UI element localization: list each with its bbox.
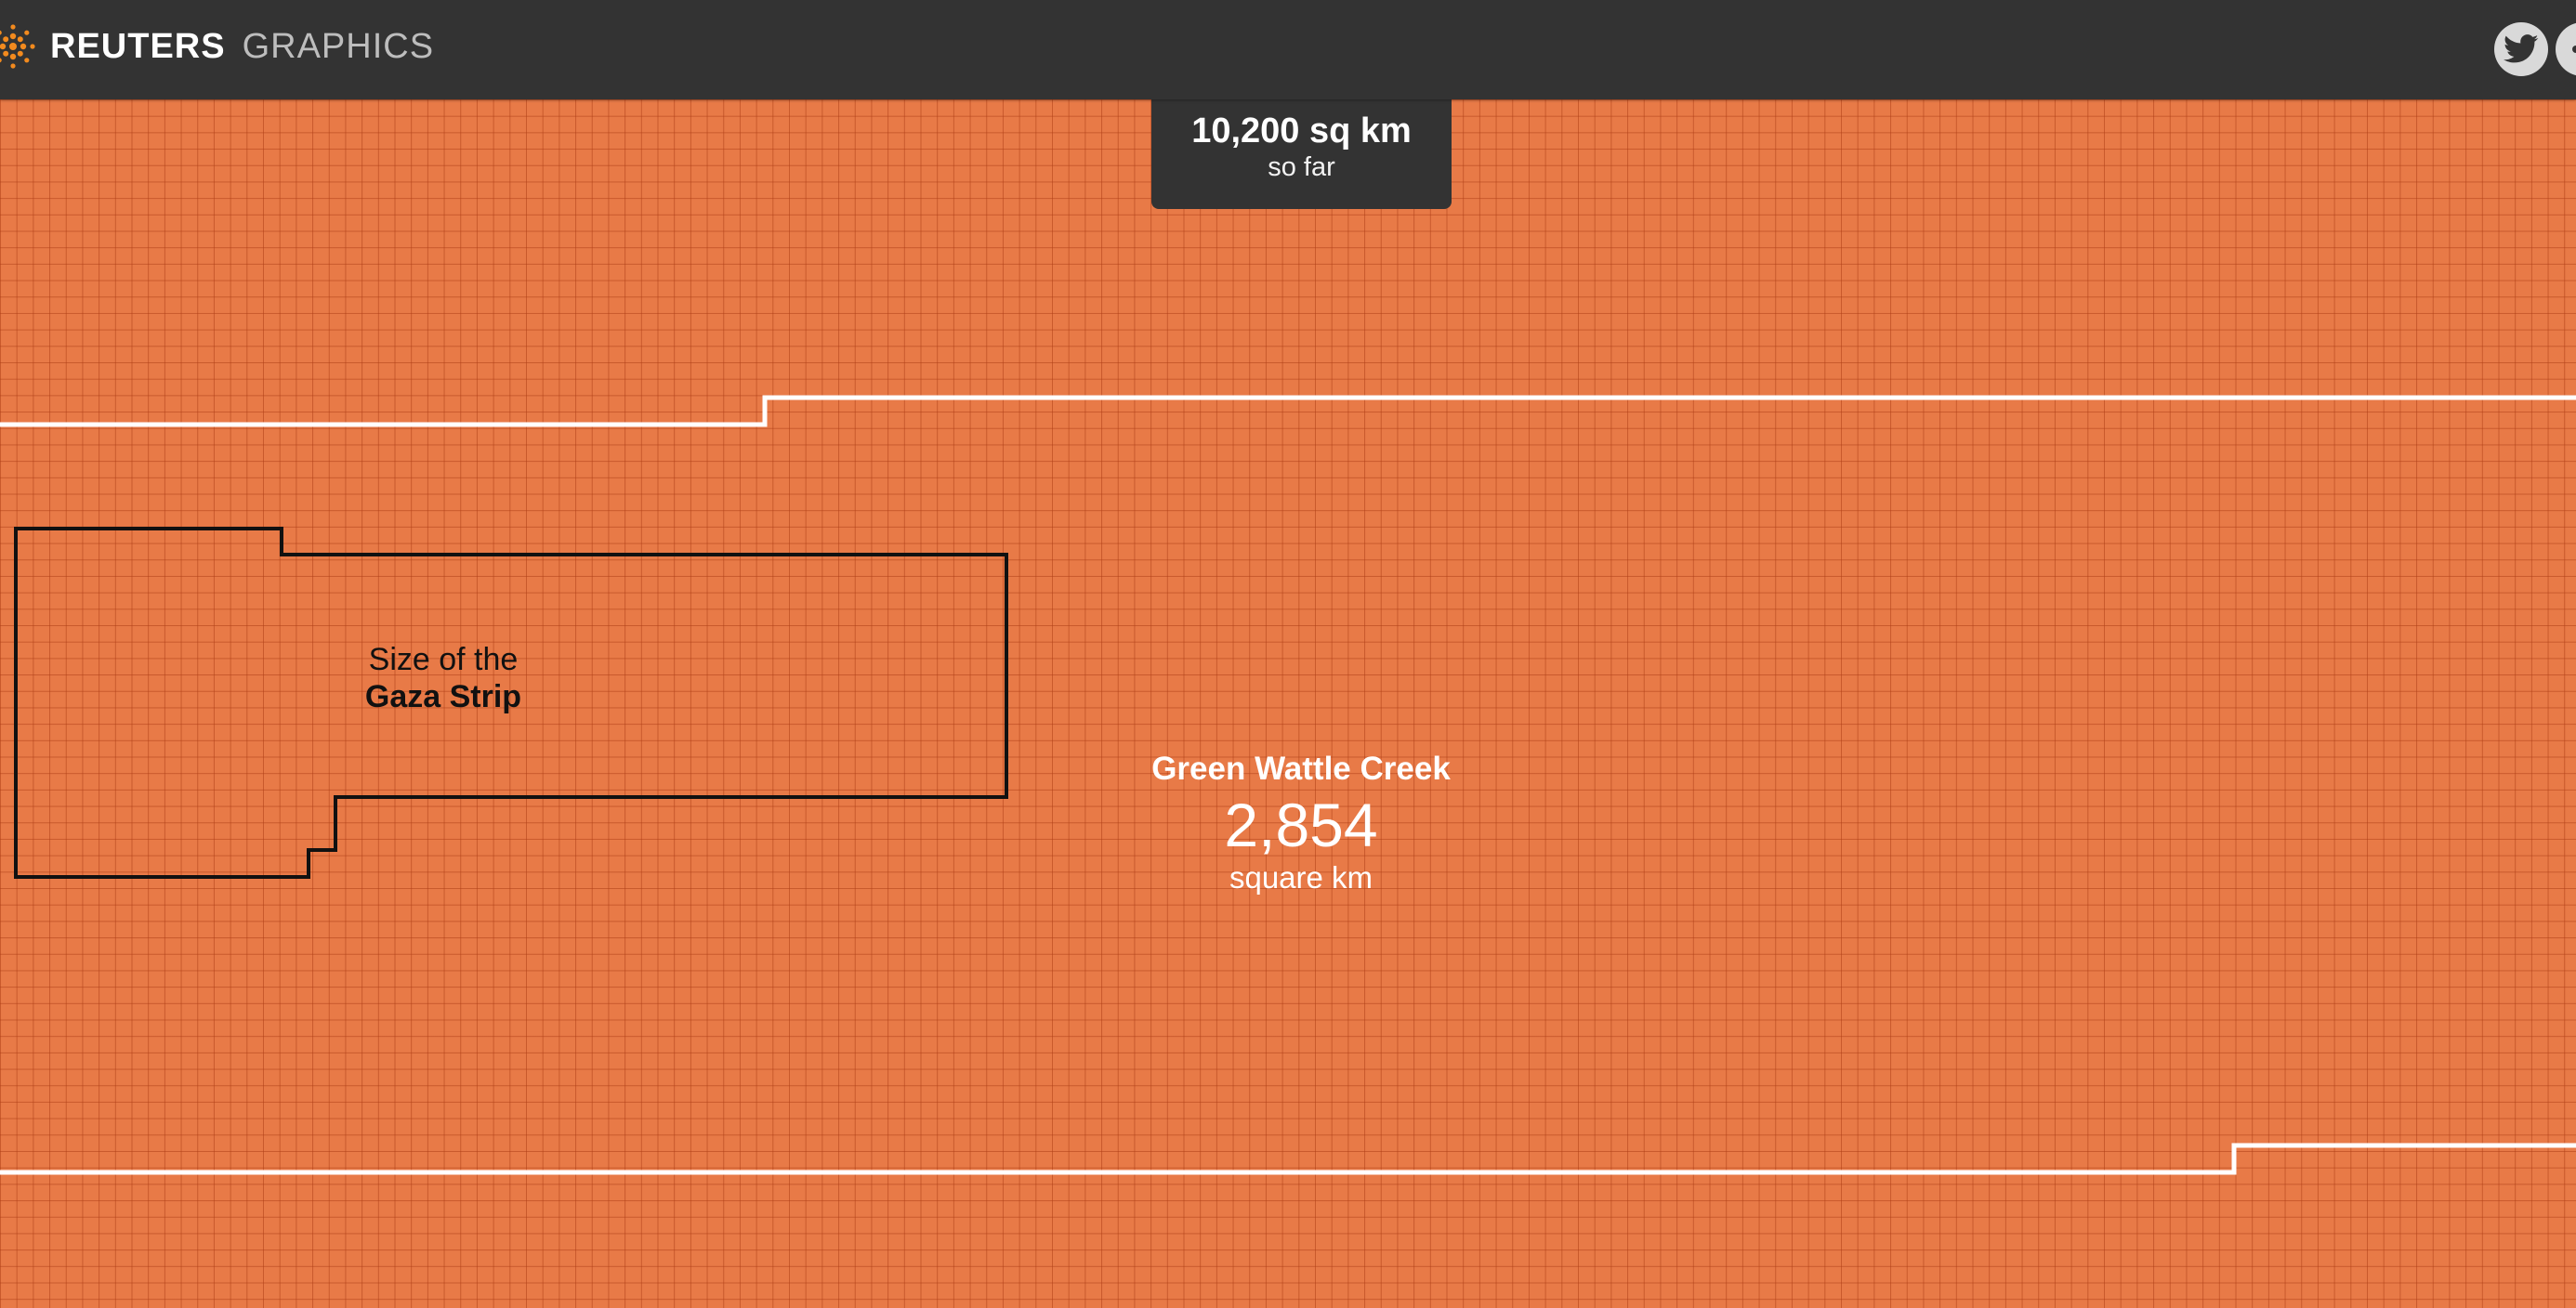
share-button[interactable] (2556, 22, 2576, 76)
counter-value: 10,200 sq km (1191, 111, 1412, 150)
gaza-strip-label: Size of the Gaza Strip (316, 641, 571, 715)
section-name: GRAPHICS (242, 26, 435, 66)
site-header: REUTERS GRAPHICS (0, 0, 2576, 99)
share-icon (2572, 46, 2576, 53)
graphic-stage: REUTERS GRAPHICS 10,200 sq km so far Siz… (0, 0, 2576, 1308)
counter-caption: so far (1268, 152, 1335, 182)
fire-area-value: 2,854 (1224, 791, 1378, 859)
brand-name: REUTERS (50, 26, 226, 66)
comparison-label-line2: Gaza Strip (364, 679, 522, 714)
reuters-logo-icon (0, 20, 41, 72)
twitter-share-button[interactable] (2494, 22, 2548, 76)
area-burned-counter: 10,200 sq km so far (1151, 99, 1452, 209)
comparison-label-line1: Size of the (368, 642, 519, 677)
fire-boundary-bottom (0, 1143, 2576, 1175)
twitter-bird-icon (2504, 34, 2539, 63)
fire-boundary-top (0, 395, 2576, 427)
fire-name: Green Wattle Creek (1151, 751, 1451, 787)
fire-area-unit: square km (1229, 860, 1373, 895)
reuters-graphics-logo[interactable]: REUTERS GRAPHICS (0, 20, 434, 72)
fire-label: Green Wattle Creek 2,854 square km (1059, 749, 1543, 896)
